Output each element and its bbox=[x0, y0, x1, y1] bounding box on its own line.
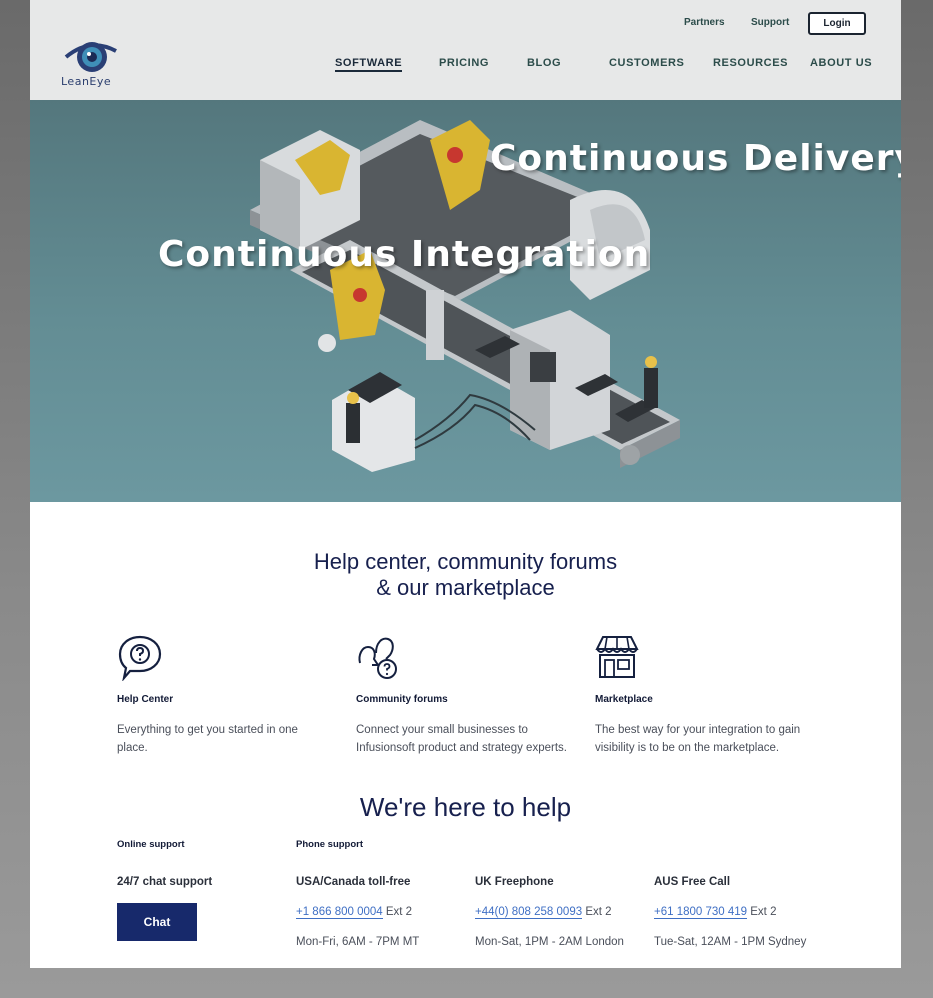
uk-phone-link[interactable]: +44(0) 808 258 0093 bbox=[475, 906, 583, 919]
online-support-label: Online support bbox=[117, 839, 185, 850]
usa-phone-link[interactable]: +1 866 800 0004 bbox=[296, 906, 383, 919]
region-uk-hours: Mon-Sat, 1PM - 2AM London bbox=[475, 936, 624, 948]
page: LeanEye Partners Support Login SOFTWARE … bbox=[30, 0, 901, 968]
storefront-icon bbox=[595, 636, 639, 678]
uk-phone-ext: Ext 2 bbox=[585, 906, 612, 918]
chat-support-heading: 24/7 chat support bbox=[117, 876, 213, 888]
nav-about-us[interactable]: ABOUT US bbox=[810, 57, 872, 69]
phone-support-label: Phone support bbox=[296, 839, 364, 850]
nav-customers[interactable]: CUSTOMERS bbox=[609, 57, 684, 69]
region-usa-phone: +1 866 800 0004 Ext 2 bbox=[296, 906, 413, 919]
nav-pricing[interactable]: PRICING bbox=[439, 57, 489, 69]
community-icon bbox=[358, 637, 397, 679]
resources-heading-line1: Help center, community forums bbox=[313, 549, 618, 574]
region-aus-name: AUS Free Call bbox=[654, 876, 731, 888]
region-uk-name: UK Freephone bbox=[475, 876, 554, 888]
region-uk-phone: +44(0) 808 258 0093 Ext 2 bbox=[475, 906, 612, 919]
hero-banner: Continuous Delivery Continuous Integrati… bbox=[30, 100, 901, 502]
chat-button[interactable]: Chat bbox=[117, 903, 197, 941]
region-aus-phone: +61 1800 730 419 Ext 2 bbox=[654, 906, 777, 919]
region-usa-name: USA/Canada toll-free bbox=[296, 876, 411, 888]
community-forums-description: Connect your small businesses to Infusio… bbox=[356, 724, 567, 754]
aus-phone-ext: Ext 2 bbox=[750, 906, 777, 918]
question-bubble-icon bbox=[118, 635, 162, 681]
help-center-description: Everything to get you started in one pla… bbox=[117, 724, 298, 754]
marketplace-description: The best way for your integration to gai… bbox=[595, 724, 801, 754]
usa-phone-ext: Ext 2 bbox=[385, 906, 413, 918]
login-button[interactable]: Login bbox=[808, 12, 866, 35]
site-header: LeanEye Partners Support Login SOFTWARE … bbox=[30, 0, 901, 101]
partners-link[interactable]: Partners bbox=[684, 17, 725, 28]
marketplace-title[interactable]: Marketplace bbox=[595, 694, 653, 705]
help-center-title[interactable]: Help Center bbox=[117, 694, 173, 705]
nav-software[interactable]: SOFTWARE bbox=[335, 57, 403, 72]
region-usa-hours: Mon-Fri, 6AM - 7PM MT bbox=[296, 936, 420, 948]
help-heading: We're here to help bbox=[359, 792, 572, 822]
community-forums-title[interactable]: Community forums bbox=[356, 694, 448, 705]
nav-resources[interactable]: RESOURCES bbox=[713, 57, 788, 69]
resources-heading: Help center, community forums & our mark… bbox=[30, 549, 901, 601]
hero-title-integration: Continuous Integration bbox=[158, 234, 651, 275]
nav-blog[interactable]: BLOG bbox=[527, 57, 561, 69]
logo-text: LeanEye bbox=[61, 75, 112, 88]
resources-heading-line2: & our marketplace bbox=[376, 575, 555, 600]
support-link[interactable]: Support bbox=[751, 17, 789, 28]
hero-title-delivery: Continuous Delivery bbox=[490, 138, 901, 179]
region-aus-hours: Tue-Sat, 12AM - 1PM Sydney bbox=[654, 936, 807, 948]
aus-phone-link[interactable]: +61 1800 730 419 bbox=[654, 906, 748, 919]
